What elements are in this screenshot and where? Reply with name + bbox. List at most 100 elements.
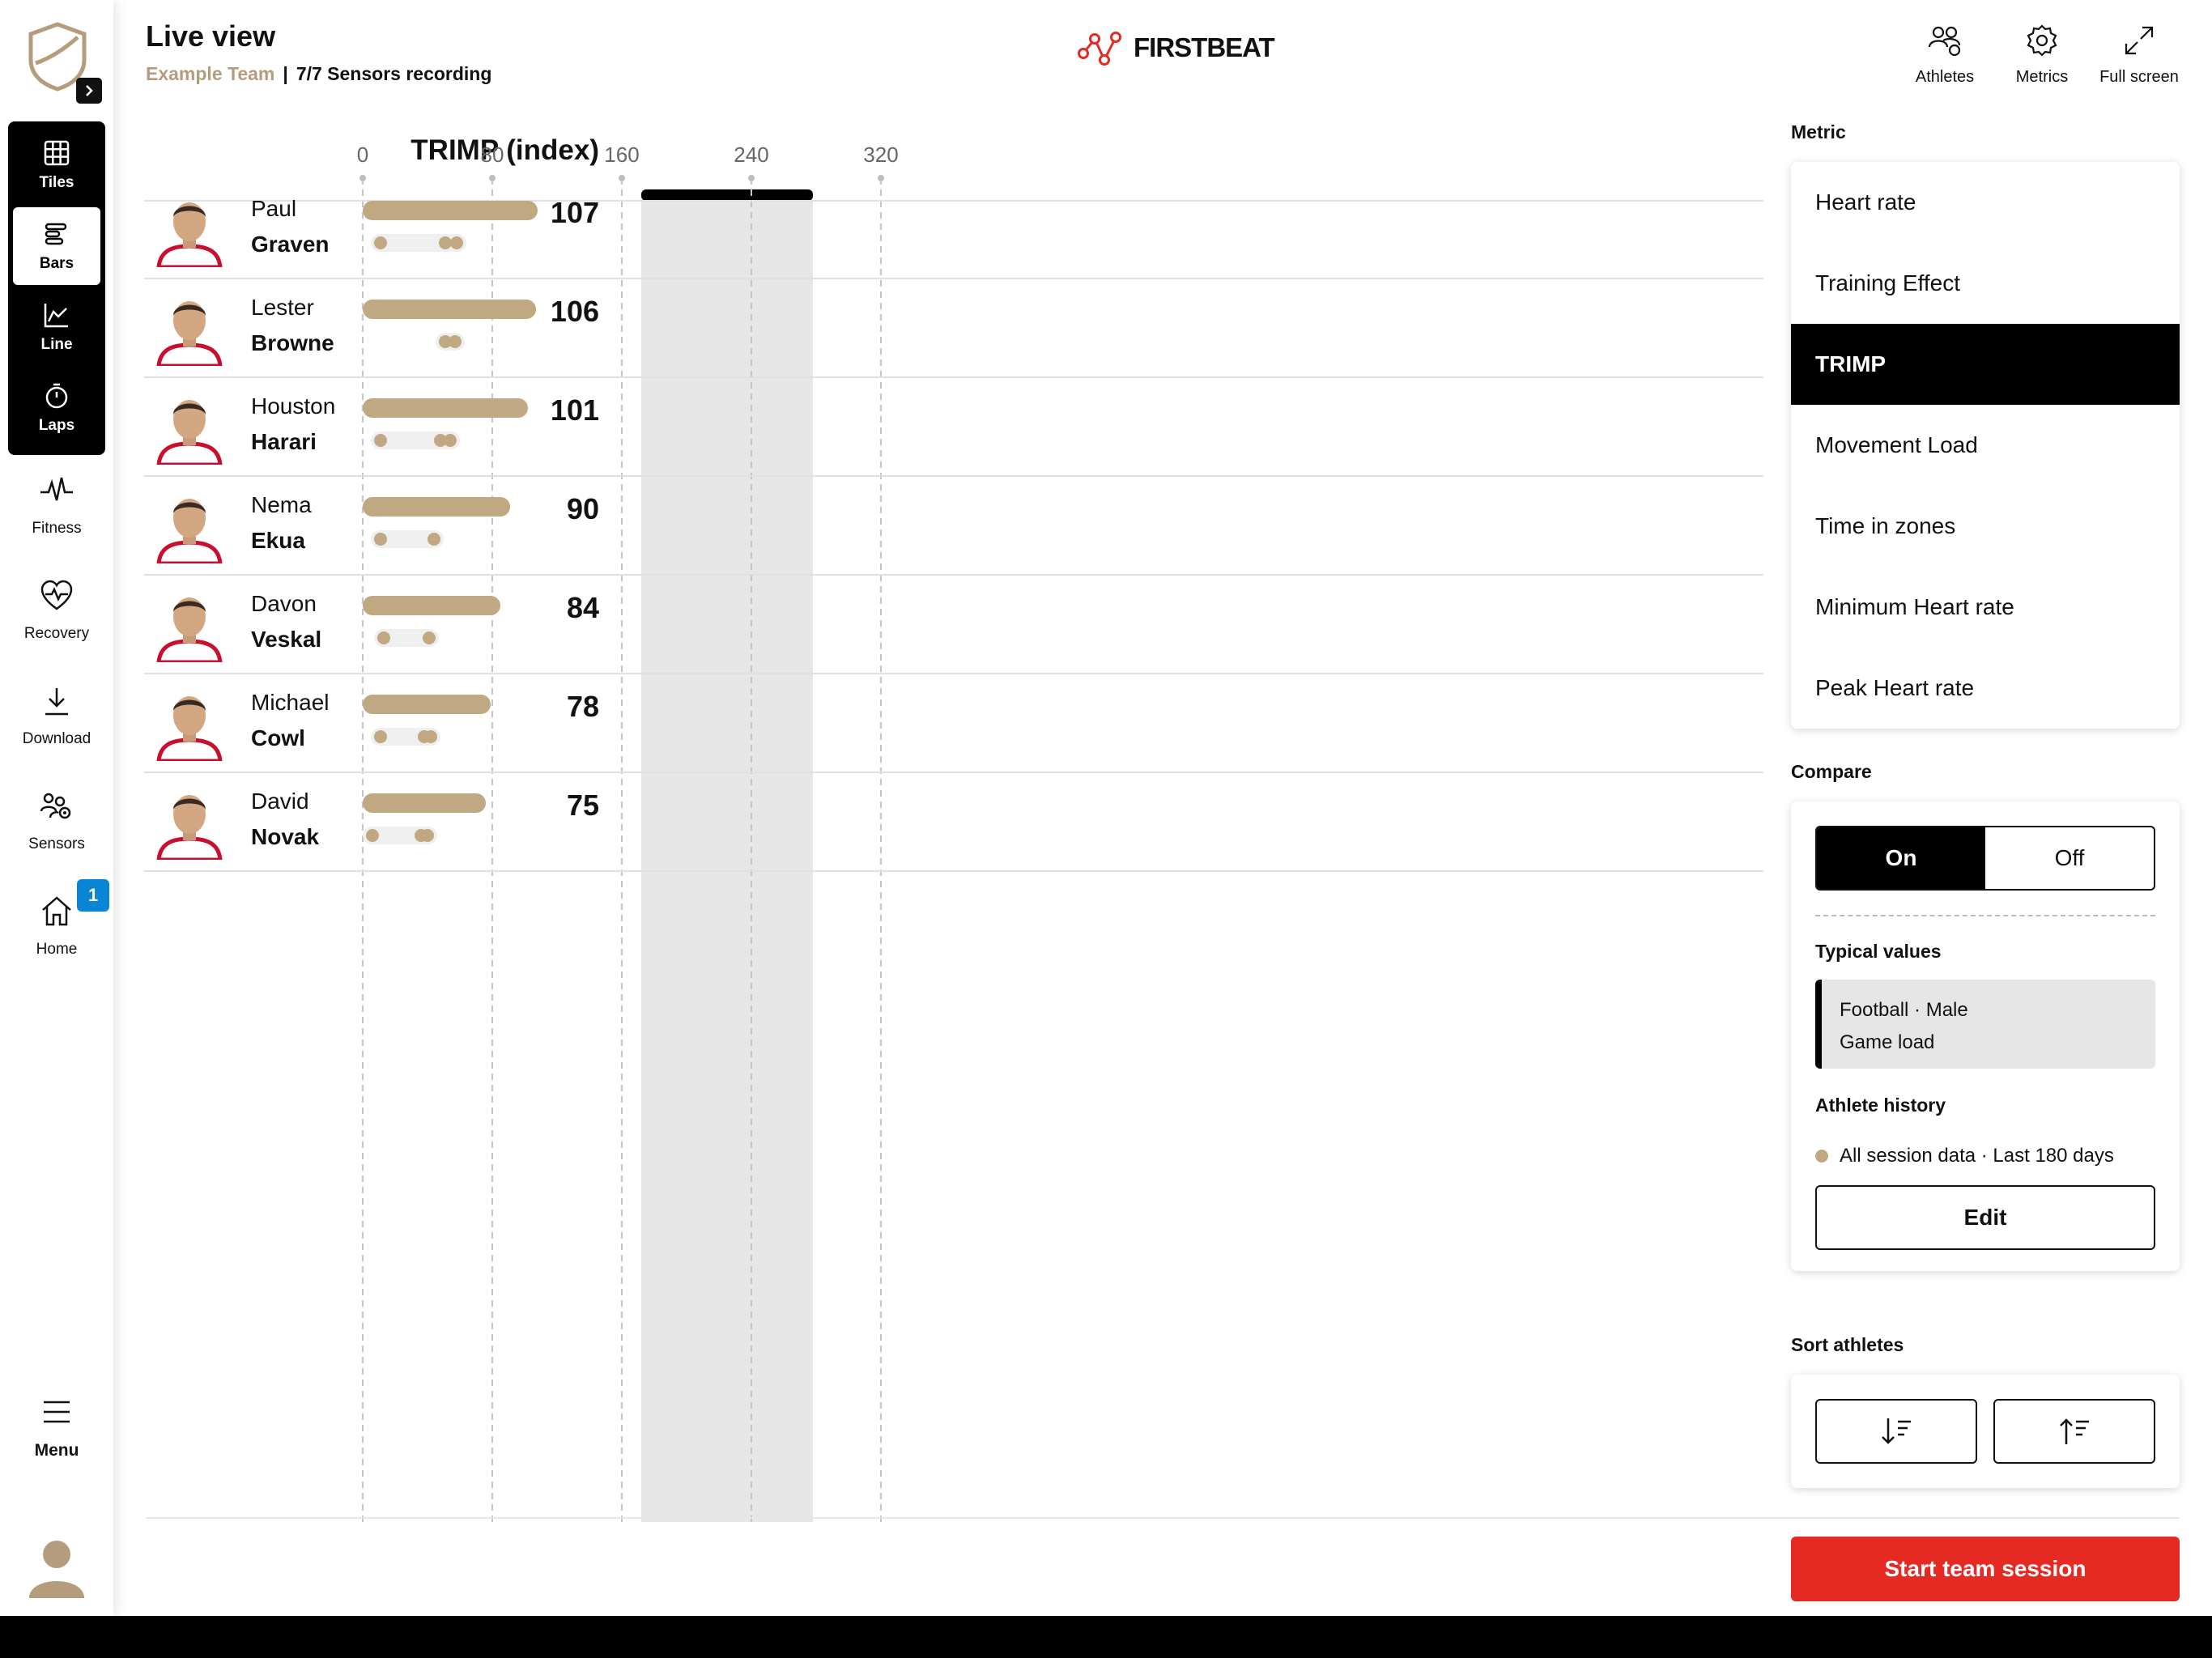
subtitle-separator: | bbox=[283, 63, 288, 84]
nav-menu[interactable]: Menu bbox=[0, 1399, 113, 1460]
athlete-last-name: Cowl bbox=[251, 725, 305, 750]
athlete-avatar bbox=[156, 499, 223, 563]
fullscreen-button[interactable]: Full screen bbox=[2091, 23, 2188, 87]
edit-compare-button[interactable]: Edit bbox=[1815, 1185, 2155, 1250]
athlete-last-name: Novak bbox=[251, 824, 320, 849]
nav-label: Recovery bbox=[23, 625, 90, 642]
athlete-trimp-value: 107 bbox=[550, 196, 599, 229]
athlete-avatar bbox=[156, 301, 223, 366]
top-action-label: Metrics bbox=[2015, 68, 2069, 86]
metric-option[interactable]: Peak Heart rate bbox=[1791, 648, 2180, 729]
home-icon bbox=[42, 896, 71, 926]
sort-descending-button[interactable] bbox=[1815, 1399, 1977, 1464]
top-action-label: Full screen bbox=[2099, 68, 2179, 86]
nav-fitness[interactable]: Fitness bbox=[0, 473, 113, 538]
top-actions: Athletes Metrics Full screen bbox=[1896, 23, 2188, 87]
nav-download[interactable]: Download bbox=[0, 683, 113, 748]
gear-icon bbox=[2027, 24, 2057, 57]
athlete-last-name: Harari bbox=[251, 429, 317, 454]
view-laps[interactable]: Laps bbox=[13, 369, 100, 447]
team-name-link[interactable]: Example Team bbox=[146, 63, 274, 85]
compare-on-option[interactable]: On bbox=[1817, 827, 1985, 889]
nav-recovery[interactable]: Recovery bbox=[0, 578, 113, 643]
athletes-button[interactable]: Athletes bbox=[1896, 23, 1993, 87]
typical-values-line2: Game load bbox=[1840, 1031, 1935, 1053]
expand-sidebar-button[interactable] bbox=[76, 78, 102, 104]
athlete-history-legend: All session data · Last 180 days bbox=[1815, 1145, 2114, 1167]
metric-option[interactable]: Heart rate bbox=[1791, 162, 2180, 243]
metric-selector: Heart rate Training Effect TRIMP Movement L… bbox=[1791, 162, 2180, 729]
athlete-avatar bbox=[156, 597, 223, 662]
athlete-first-name: Michael bbox=[251, 690, 330, 715]
athlete-first-name: Davon bbox=[251, 591, 317, 616]
view-label: Tiles bbox=[39, 174, 74, 191]
line-chart-icon bbox=[44, 304, 68, 328]
athlete-last-name: Graven bbox=[251, 232, 330, 257]
athlete-trimp-value: 84 bbox=[566, 591, 599, 624]
sort-section-title: Sort athletes bbox=[1791, 1334, 1904, 1355]
athlete-row[interactable]: Davon Veskal 84 bbox=[146, 575, 1757, 674]
nav-label: Home bbox=[36, 941, 78, 958]
athlete-trimp-value: 106 bbox=[550, 295, 599, 328]
view-switcher: Tiles Bars Line Laps bbox=[8, 121, 105, 455]
firstbeat-logo-icon bbox=[1078, 32, 1121, 66]
metric-option[interactable]: Movement Load bbox=[1791, 405, 2180, 486]
typical-values-box[interactable]: Football · Male Game load bbox=[1815, 980, 2155, 1069]
brand-wordmark: FIRSTBEAT bbox=[1134, 32, 1275, 62]
athlete-row[interactable]: Nema Ekua 90 bbox=[146, 476, 1757, 575]
athlete-trimp-value: 75 bbox=[566, 789, 599, 822]
athlete-avatar bbox=[156, 696, 223, 761]
nav-label: Fitness bbox=[32, 520, 82, 537]
athlete-first-name: David bbox=[251, 789, 309, 814]
view-label: Line bbox=[40, 336, 73, 353]
view-line[interactable]: Line bbox=[13, 288, 100, 366]
athlete-row[interactable]: Michael Cowl 78 bbox=[146, 674, 1757, 772]
home-notification-badge: 1 bbox=[77, 879, 109, 912]
metric-option[interactable]: TRIMP bbox=[1791, 324, 2180, 405]
metric-section-title: Metric bbox=[1791, 121, 1846, 142]
compare-off-option[interactable]: Off bbox=[1985, 827, 2154, 889]
heartbeat-icon bbox=[40, 477, 73, 501]
history-dot-icon bbox=[1815, 1150, 1828, 1163]
compare-toggle: On Off bbox=[1815, 826, 2155, 891]
sort-ascending-button[interactable] bbox=[1993, 1399, 2155, 1464]
athlete-row[interactable]: Houston Harari 101 bbox=[146, 377, 1757, 476]
athlete-avatar bbox=[156, 795, 223, 860]
athlete-last-name: Browne bbox=[251, 330, 334, 355]
download-icon bbox=[45, 688, 68, 716]
sort-descending-icon bbox=[1882, 1418, 1911, 1444]
stopwatch-icon bbox=[45, 383, 68, 409]
athlete-trimp-value: 78 bbox=[566, 690, 599, 723]
athlete-row[interactable]: Paul Graven 107 bbox=[146, 180, 1757, 278]
athlete-avatar bbox=[156, 400, 223, 465]
sort-ascending-icon bbox=[2060, 1418, 2089, 1444]
compare-card: On Off Typical values Football · Male Ga… bbox=[1791, 801, 2180, 1271]
nav-sensors[interactable]: Sensors bbox=[0, 789, 113, 853]
top-action-label: Athletes bbox=[1915, 68, 1975, 86]
typical-values-title: Typical values bbox=[1815, 941, 1942, 962]
view-tiles[interactable]: Tiles bbox=[13, 126, 100, 204]
metric-option[interactable]: Training Effect bbox=[1791, 243, 2180, 324]
start-team-session-button[interactable]: Start team session bbox=[1791, 1537, 2180, 1601]
athlete-history-text: All session data · Last 180 days bbox=[1840, 1145, 2114, 1167]
athlete-avatar bbox=[156, 202, 223, 267]
athlete-first-name: Nema bbox=[251, 492, 312, 517]
compare-section-title: Compare bbox=[1791, 761, 1872, 782]
athlete-row[interactable]: David Novak 75 bbox=[146, 772, 1757, 871]
metric-option[interactable]: Time in zones bbox=[1791, 486, 2180, 567]
metrics-button[interactable]: Metrics bbox=[1993, 23, 2091, 87]
athlete-last-name: Ekua bbox=[251, 528, 305, 553]
heart-pulse-icon bbox=[40, 580, 73, 610]
view-bars[interactable]: Bars bbox=[13, 207, 100, 285]
typical-values-line1: Football · Male bbox=[1840, 999, 1968, 1021]
fullscreen-icon bbox=[2125, 26, 2154, 55]
athlete-row[interactable]: Lester Browne 106 bbox=[146, 278, 1757, 377]
menu-label: Menu bbox=[34, 1441, 79, 1460]
metric-option[interactable]: Minimum Heart rate bbox=[1791, 567, 2180, 648]
nav-label: Sensors bbox=[28, 835, 85, 852]
view-label: Bars bbox=[39, 255, 74, 272]
user-avatar-icon[interactable] bbox=[28, 1538, 86, 1601]
footer-divider bbox=[146, 1517, 2180, 1519]
athlete-first-name: Paul bbox=[251, 196, 297, 221]
chevron-right-icon bbox=[86, 85, 93, 96]
